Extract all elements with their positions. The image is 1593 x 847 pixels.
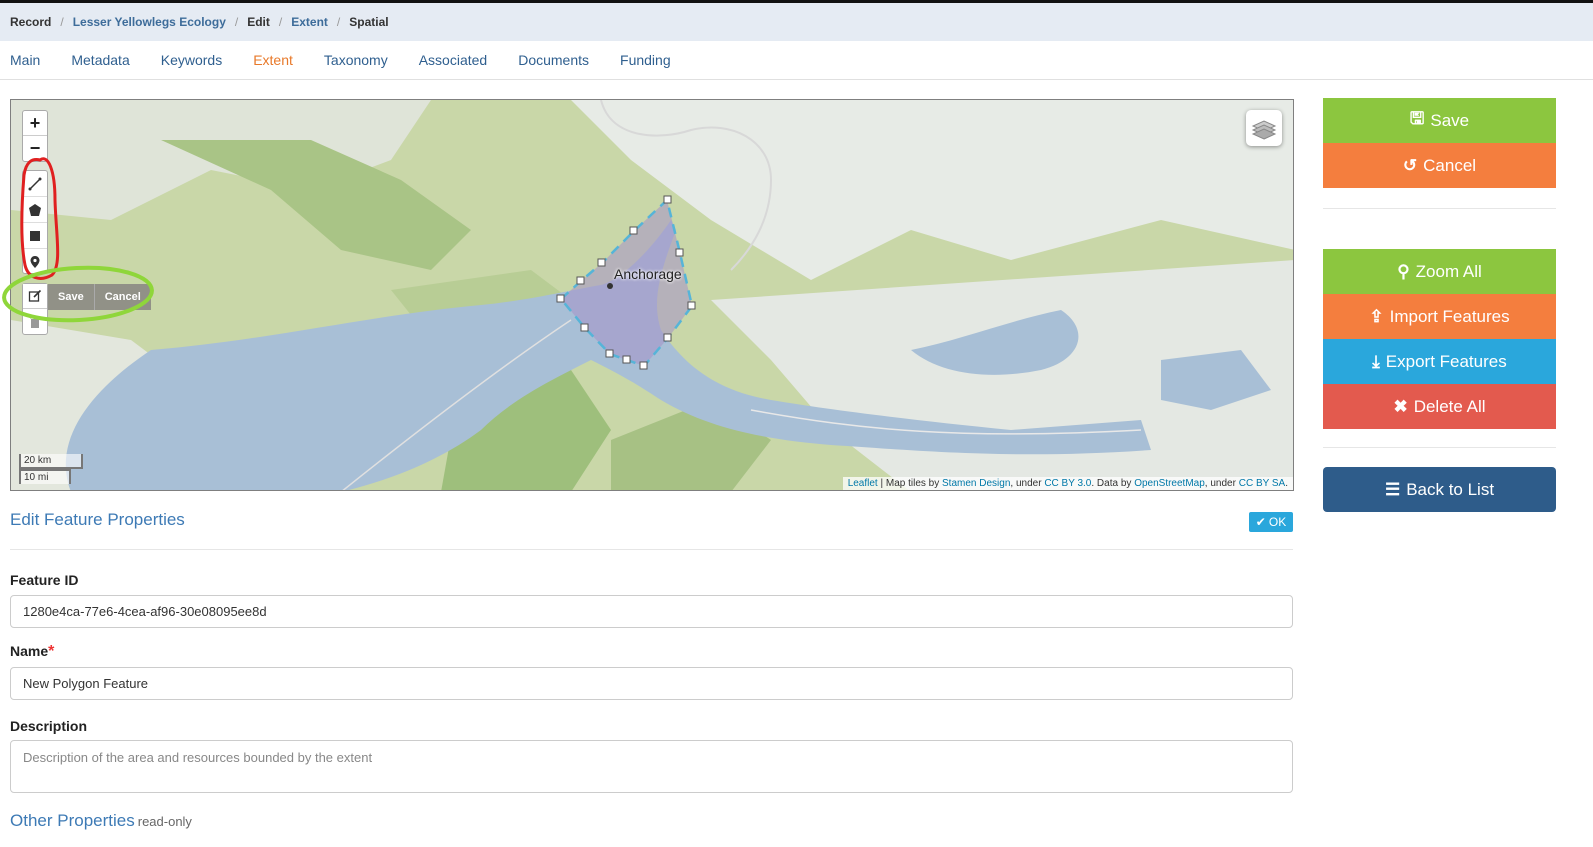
ok-button[interactable]: ✔ OK <box>1249 512 1293 532</box>
search-icon: ⚲ <box>1397 261 1410 281</box>
map-tiles <box>11 100 1293 490</box>
tab-keywords[interactable]: Keywords <box>161 52 222 68</box>
place-label: Anchorage <box>614 266 682 282</box>
export-label: Export Features <box>1385 351 1507 371</box>
layers-icon <box>1251 120 1277 140</box>
floppy-disk-icon: 🖫 <box>1409 109 1425 128</box>
attribution-text: , under <box>1204 478 1239 489</box>
cancel-button[interactable]: ↺ Cancel <box>1323 143 1556 188</box>
name-field[interactable] <box>10 667 1293 700</box>
map-canvas[interactable]: Anchorage + − Save Cancel 20 km 10 mi Le… <box>10 99 1294 491</box>
feature-id-field[interactable] <box>10 595 1293 628</box>
action-sidebar: 🖫 Save ↺ Cancel <box>1323 98 1556 188</box>
cancel-label: Cancel <box>1423 155 1477 175</box>
tab-documents[interactable]: Documents <box>518 52 589 68</box>
zoom-all-button[interactable]: ⚲ Zoom All <box>1323 249 1556 294</box>
other-properties-title: Other Properties read-only <box>10 811 192 831</box>
name-label-text: Name <box>10 643 49 659</box>
save-button[interactable]: 🖫 Save <box>1323 98 1556 143</box>
tab-taxonomy[interactable]: Taxonomy <box>324 52 388 68</box>
other-properties-text: Other Properties <box>10 811 135 830</box>
import-features-button[interactable]: ⇪ Import Features <box>1323 294 1556 339</box>
navigation-actions: ☰ Back to List <box>1323 467 1556 512</box>
export-features-button[interactable]: ⤓ Export Features <box>1323 339 1556 384</box>
description-field[interactable] <box>10 740 1293 793</box>
annotation-overlay <box>2 157 154 323</box>
divider <box>10 549 1293 550</box>
back-to-list-button[interactable]: ☰ Back to List <box>1323 467 1556 512</box>
breadcrumb: Record / Lesser Yellowlegs Ecology / Edi… <box>0 3 1593 41</box>
delete-all-button[interactable]: ✖ Delete All <box>1323 384 1556 429</box>
list-icon: ☰ <box>1384 479 1401 499</box>
name-label: Name* <box>10 643 54 661</box>
back-label: Back to List <box>1406 479 1495 499</box>
breadcrumb-separator: / <box>60 15 64 29</box>
osm-link[interactable]: OpenStreetMap <box>1134 478 1205 489</box>
stamen-link[interactable]: Stamen Design <box>942 478 1010 489</box>
description-label: Description <box>10 718 88 734</box>
section-title: Edit Feature Properties <box>10 510 185 529</box>
breadcrumb-record[interactable]: Record <box>10 15 51 29</box>
breadcrumb-edit[interactable]: Edit <box>247 15 270 29</box>
import-label: Import Features <box>1389 306 1510 326</box>
ok-label: OK <box>1268 515 1287 529</box>
tab-associated[interactable]: Associated <box>419 52 487 68</box>
scale-bar: 20 km 10 mi <box>19 454 83 484</box>
breadcrumb-spatial: Spatial <box>349 15 389 29</box>
tab-bar: Main Metadata Keywords Extent Taxonomy A… <box>0 41 1593 80</box>
close-icon: ✖ <box>1393 396 1408 416</box>
attribution-text: . <box>1285 478 1288 489</box>
download-icon: ⤓ <box>1372 351 1380 371</box>
leaflet-link[interactable]: Leaflet <box>848 478 878 489</box>
read-only-note: read-only <box>137 814 192 829</box>
feature-actions: ⚲ Zoom All ⇪ Import Features ⤓ Export Featu… <box>1323 249 1556 429</box>
tab-metadata[interactable]: Metadata <box>71 52 129 68</box>
divider <box>1323 208 1556 209</box>
scale-mi: 10 mi <box>19 469 71 484</box>
check-icon: ✔ <box>1255 515 1266 529</box>
ccby-link[interactable]: CC BY 3.0 <box>1044 478 1091 489</box>
undo-icon: ↺ <box>1402 155 1418 175</box>
breadcrumb-separator: / <box>336 15 341 29</box>
breadcrumb-project[interactable]: Lesser Yellowlegs Ecology <box>73 15 226 29</box>
attribution-text: . Data by <box>1091 478 1135 489</box>
zoom-all-label: Zoom All <box>1415 261 1482 281</box>
upload-icon: ⇪ <box>1369 306 1384 326</box>
attribution-text: , under <box>1010 478 1045 489</box>
layer-switcher-button[interactable] <box>1246 110 1282 146</box>
attribution-text: | Map tiles by <box>877 478 943 489</box>
zoom-in-button[interactable]: + <box>23 111 47 136</box>
tab-extent[interactable]: Extent <box>253 52 293 68</box>
delete-all-label: Delete All <box>1413 396 1486 416</box>
save-label: Save <box>1430 110 1470 130</box>
breadcrumb-extent[interactable]: Extent <box>291 15 328 29</box>
ccbysa-link[interactable]: CC BY SA <box>1239 478 1286 489</box>
scale-km: 20 km <box>19 454 83 469</box>
breadcrumb-separator: / <box>278 15 283 29</box>
tab-main[interactable]: Main <box>10 52 40 68</box>
breadcrumb-separator: / <box>234 15 239 29</box>
map-attribution: Leaflet | Map tiles by Stamen Design, un… <box>842 477 1293 490</box>
feature-id-label: Feature ID <box>10 572 79 588</box>
divider <box>1323 447 1556 448</box>
required-mark: * <box>48 643 55 660</box>
tab-funding[interactable]: Funding <box>620 52 671 68</box>
